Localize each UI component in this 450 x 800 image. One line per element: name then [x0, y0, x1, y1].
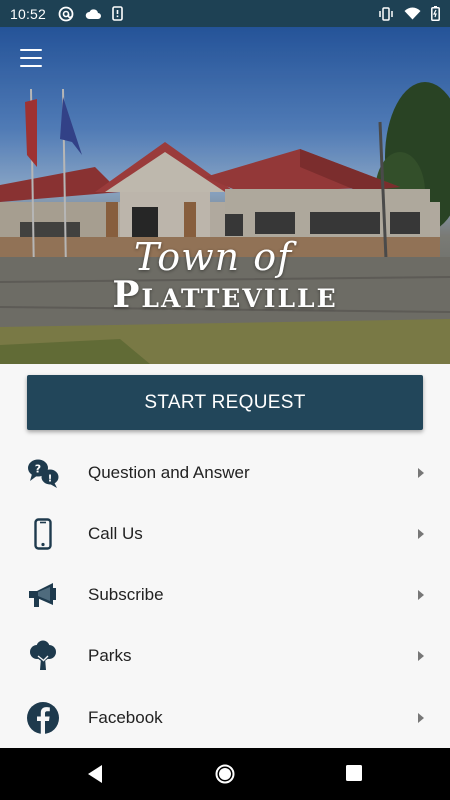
menu-item-label: Parks: [88, 646, 132, 666]
menu-item-facebook[interactable]: Facebook: [0, 687, 450, 748]
megaphone-icon: [23, 575, 63, 615]
navigation-bar: [0, 748, 450, 800]
recent-apps-icon[interactable]: [345, 764, 363, 787]
status-bar: 10:52: [0, 0, 450, 27]
at-sign-icon: [58, 6, 74, 22]
menu-item-call-us[interactable]: Call Us: [0, 503, 450, 564]
chevron-right-icon: [418, 467, 424, 478]
chevron-right-icon: [418, 651, 424, 662]
hamburger-menu-icon[interactable]: [20, 49, 42, 67]
phone-alert-icon: [112, 6, 123, 21]
logo-title: Platteville: [112, 274, 338, 316]
menu-item-label: Question and Answer: [88, 462, 250, 482]
phone-icon: [23, 514, 63, 554]
menu-item-label: Subscribe: [88, 585, 164, 605]
status-time: 10:52: [10, 5, 47, 22]
facebook-icon: [23, 698, 63, 738]
main-content: START REQUEST ? ! Question and Answer Ca…: [0, 364, 450, 748]
logo-subtitle: Town of: [133, 235, 293, 279]
tree-icon: [23, 636, 63, 676]
hero-banner: Town of Platteville: [0, 27, 450, 364]
question-bubbles-icon: ? !: [23, 453, 63, 493]
cloud-icon: [84, 8, 102, 20]
menu-list: ? ! Question and Answer Call Us Subscrib…: [0, 442, 450, 748]
chevron-right-icon: [418, 528, 424, 539]
wifi-icon: [404, 7, 421, 20]
back-icon[interactable]: [86, 764, 104, 789]
menu-item-label: Facebook: [88, 707, 163, 727]
menu-item-question-answer[interactable]: ? ! Question and Answer: [0, 442, 450, 503]
home-icon[interactable]: [215, 764, 235, 789]
battery-icon: [431, 6, 440, 21]
chevron-right-icon: [418, 712, 424, 723]
chevron-right-icon: [418, 590, 424, 601]
menu-item-label: Call Us: [88, 523, 143, 543]
svg-text:!: !: [48, 473, 53, 484]
svg-text:?: ?: [35, 462, 41, 475]
vibrate-icon: [378, 6, 394, 21]
menu-item-parks[interactable]: Parks: [0, 626, 450, 687]
start-request-button[interactable]: START REQUEST: [27, 375, 423, 430]
menu-item-subscribe[interactable]: Subscribe: [0, 565, 450, 626]
